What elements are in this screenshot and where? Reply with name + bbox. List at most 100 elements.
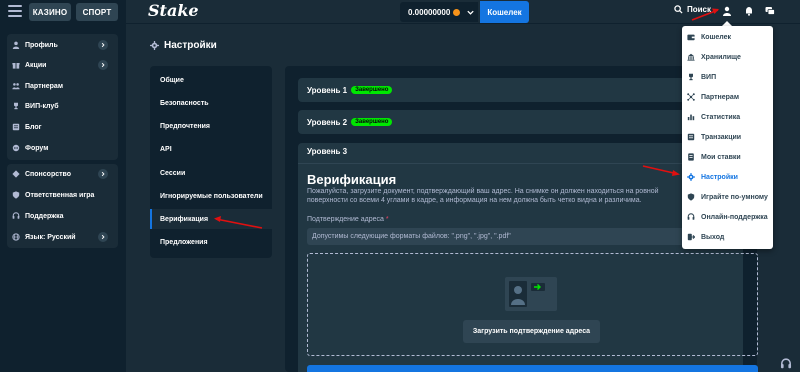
tab-preferences[interactable]: Предпочтения: [150, 116, 272, 136]
gear-icon: [687, 173, 695, 181]
menu-item-settings[interactable]: Настройки: [682, 167, 773, 187]
sidebar-item-forum[interactable]: Форум: [12, 142, 48, 154]
address-proof-label-text: Подтверждение адреса: [307, 216, 384, 223]
sport-tab[interactable]: СПОРТ: [76, 3, 118, 21]
chat-icon[interactable]: [765, 6, 775, 16]
level-3-label: Уровень 3: [307, 147, 348, 156]
menu-item-vip[interactable]: ВИП: [682, 67, 773, 87]
affiliate-icon: [687, 93, 695, 101]
sidebar-item-vip-club[interactable]: ВИП-клуб: [12, 100, 59, 112]
level-1-label: Уровень 1: [307, 85, 348, 95]
sidebar-item-responsible-gambling[interactable]: Ответственная игра: [12, 189, 94, 201]
menu-item-live-support[interactable]: Онлайн-поддержка: [682, 207, 773, 227]
headset-icon: [12, 212, 20, 219]
required-mark: *: [385, 216, 389, 223]
sidebar-item-blog[interactable]: Блог: [12, 121, 42, 133]
wallet-button[interactable]: Кошелек: [480, 1, 529, 23]
sidebar-item-label: Форум: [25, 144, 49, 152]
vault-icon: [687, 53, 695, 61]
sidebar-header: КАЗИНО СПОРТ: [0, 0, 126, 26]
sidebar-item-label: Блог: [25, 123, 42, 131]
page-title: Настройки: [150, 40, 217, 51]
level-2-row[interactable]: Уровень 2 Завершено: [298, 110, 738, 134]
status-badge: Завершено: [351, 86, 393, 94]
trophy-icon: [14, 102, 18, 110]
menu-item-transactions[interactable]: Транзакции: [682, 127, 773, 147]
user-icon[interactable]: [722, 6, 732, 16]
search-icon: [674, 5, 683, 14]
sidebar-item-promotions[interactable]: Акции: [12, 59, 112, 71]
tab-general[interactable]: Общие: [150, 70, 272, 90]
tab-sessions[interactable]: Сессии: [150, 163, 272, 183]
search-button[interactable]: Поиск: [674, 5, 711, 14]
chevron-down-icon: [467, 10, 474, 15]
tab-security[interactable]: Безопасность: [150, 93, 272, 113]
stake-logo[interactable]: Stake: [148, 1, 199, 20]
menu-toggle-icon[interactable]: [8, 5, 22, 17]
search-label: Поиск: [687, 5, 712, 14]
chevron-right-icon: [98, 232, 108, 242]
tab-verification[interactable]: Верификация: [150, 209, 272, 229]
menu-item-label: Кошелек: [701, 33, 732, 41]
gift-icon: [12, 63, 20, 69]
file-formats-hint: Допустимы следующие форматы файлов: ".pn…: [307, 228, 685, 245]
menu-item-affiliate[interactable]: Партнерам: [682, 87, 773, 107]
globe-icon: [12, 233, 20, 241]
tab-offers[interactable]: Предложения: [150, 232, 272, 252]
balance-amount: 0.00000000: [408, 7, 451, 17]
shield-icon: [12, 191, 20, 199]
sidebar-group-main: Профиль Акции Партнерам ВИП-клуб Блог Фо…: [7, 34, 118, 160]
sponsor-icon: [12, 170, 20, 178]
menu-item-logout[interactable]: Выход: [682, 227, 773, 247]
menu-item-label: ВИП: [701, 73, 717, 81]
menu-item-wallet[interactable]: Кошелек: [682, 27, 773, 47]
sidebar-item-label: Партнерам: [25, 82, 64, 90]
live-chat-icon[interactable]: [780, 358, 792, 370]
sidebar-group-secondary: Спонсорство Ответственная игра Поддержка…: [7, 164, 118, 248]
chevron-right-icon: [98, 40, 108, 50]
sidebar-item-profile[interactable]: Профиль: [12, 39, 112, 51]
menu-item-label: Хранилище: [701, 53, 741, 61]
level-1-row[interactable]: Уровень 1 Завершено: [298, 78, 738, 102]
upload-address-proof-button[interactable]: Загрузить подтверждение адреса: [463, 320, 600, 343]
divider: [298, 163, 743, 164]
sidebar-item-language[interactable]: Язык: Русский: [12, 231, 112, 243]
gear-icon: [150, 41, 159, 50]
sidebar-item-label: Ответственная игра: [25, 191, 95, 199]
balance-display[interactable]: 0.00000000: [400, 2, 478, 22]
verification-title: Верификация: [307, 172, 397, 187]
menu-item-my-bets[interactable]: Мои ставки: [682, 147, 773, 167]
sidebar-item-label: Акции: [25, 61, 47, 69]
tab-ignored-users[interactable]: Игнорируемые пользователи: [150, 186, 272, 206]
menu-item-label: Настройки: [701, 173, 738, 181]
page-title-text: Настройки: [164, 40, 217, 51]
tab-api[interactable]: API: [150, 139, 272, 159]
verification-description: Пожалуйста, загрузите документ, подтверж…: [307, 188, 659, 204]
user-icon: [12, 41, 20, 49]
blog-icon: [12, 123, 20, 131]
level-2-label: Уровень 2: [307, 117, 348, 127]
menu-item-label: Мои ставки: [701, 153, 741, 161]
sidebar-item-label: ВИП-клуб: [25, 102, 59, 110]
address-proof-label: Подтверждение адреса *: [307, 216, 389, 223]
forum-icon: [12, 144, 20, 152]
settings-nav: Общие Безопасность Предпочтения API Сесс…: [150, 66, 272, 258]
menu-item-label: Транзакции: [701, 133, 742, 141]
bets-icon: [688, 153, 694, 161]
bell-icon[interactable]: [744, 6, 754, 16]
menu-item-label: Играйте по-умному: [701, 193, 768, 201]
status-badge: Завершено: [351, 118, 393, 126]
sidebar-item-sponsorship[interactable]: Спонсорство: [12, 168, 112, 180]
menu-item-statistics[interactable]: Статистика: [682, 107, 773, 127]
menu-item-label: Партнерам: [701, 93, 740, 101]
menu-item-vault[interactable]: Хранилище: [682, 47, 773, 67]
headset-icon: [687, 213, 695, 220]
sidebar-item-affiliate[interactable]: Партнерам: [12, 80, 63, 92]
casino-tab[interactable]: КАЗИНО: [29, 3, 71, 21]
sidebar-item-support[interactable]: Поддержка: [12, 210, 64, 222]
stats-icon: [687, 114, 695, 121]
submit-button[interactable]: [307, 365, 758, 372]
menu-item-play-smart[interactable]: Играйте по-умному: [682, 187, 773, 207]
menu-item-label: Выход: [701, 233, 725, 241]
logout-icon: [687, 233, 695, 241]
